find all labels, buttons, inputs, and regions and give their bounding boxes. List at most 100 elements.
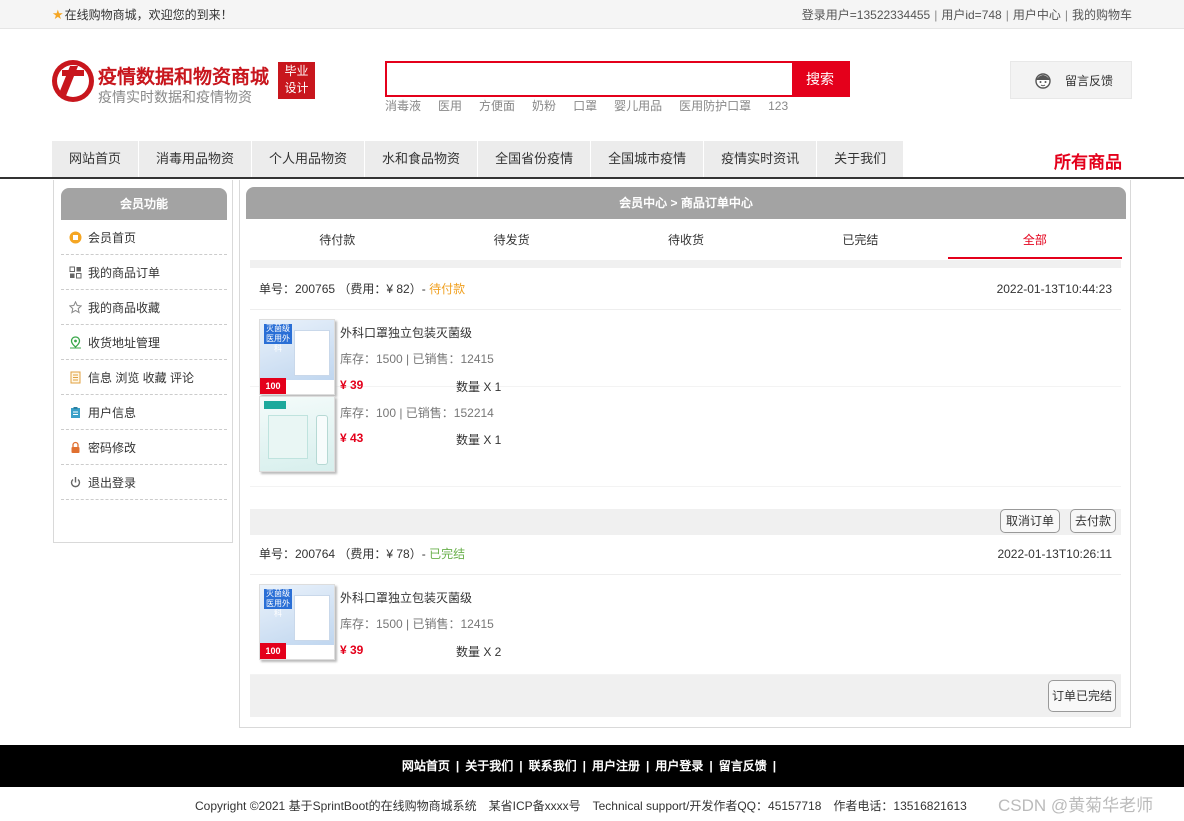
footer-link-contact[interactable]: 联系我们: [529, 759, 577, 773]
user-center-link[interactable]: 用户中心: [1013, 8, 1061, 22]
hot-word[interactable]: 方便面: [479, 99, 515, 113]
product-thumbnail[interactable]: 灭菌级 医用外科 100: [259, 584, 335, 660]
hot-word[interactable]: 123: [768, 99, 788, 113]
tab-all[interactable]: 全部: [947, 226, 1123, 259]
hot-word[interactable]: 医用防护口罩: [679, 99, 751, 113]
hot-word[interactable]: 口罩: [573, 99, 597, 113]
sidebar-item-label: 密码修改: [88, 440, 137, 455]
sidebar-item-label: 用户信息: [88, 405, 137, 420]
tab-pending-payment[interactable]: 待付款: [250, 226, 424, 259]
product-price: ¥ 43: [340, 431, 364, 445]
sidebar-item-label: 退出登录: [88, 475, 137, 490]
pay-button[interactable]: 去付款: [1070, 509, 1116, 533]
nav-item-personal[interactable]: 个人用品物资: [252, 141, 366, 177]
sidebar-item-user-info[interactable]: 用户信息: [61, 395, 227, 430]
hot-word[interactable]: 奶粉: [532, 99, 556, 113]
sidebar-item-orders[interactable]: 我的商品订单: [61, 255, 227, 290]
hot-word[interactable]: 消毒液: [385, 99, 421, 113]
order-status-tabs: 待付款 待发货 待收货 已完结 全部: [250, 226, 1123, 259]
hot-word[interactable]: 医用: [438, 99, 462, 113]
nav-item-province-epidemic[interactable]: 全国省份疫情: [478, 141, 592, 177]
order-time: 2022-01-13T10:26:11: [997, 546, 1112, 561]
sidebar-item-logout[interactable]: 退出登录: [61, 465, 227, 500]
search-button[interactable]: 搜索: [792, 63, 848, 95]
badge-line-2: 设计: [284, 81, 309, 95]
sidebar-item-label: 收货地址管理: [88, 335, 161, 350]
all-goods-link[interactable]: 所有商品: [1054, 148, 1122, 173]
footer-link-home[interactable]: 网站首页: [402, 759, 450, 773]
sidebar-item-password[interactable]: 密码修改: [61, 430, 227, 465]
order-header: 单号：200764 （费用：¥ 78）- 已完结 2022-01-13T10:2…: [250, 533, 1121, 575]
order-number-fee: 单号：200764 （费用：¥ 78）-: [259, 547, 430, 561]
sidebar-item-favorites[interactable]: 我的商品收藏: [61, 290, 227, 325]
hot-word[interactable]: 婴儿用品: [614, 99, 662, 113]
order-card: 单号：200765 （费用：¥ 82）- 待付款 2022-01-13T10:4…: [250, 268, 1121, 487]
order-item[interactable]: 灭菌级 医用外科 100 外科口罩独立包装灭菌级 库存：1500 | 已销售：12…: [250, 575, 1121, 675]
logo-mark-icon: [52, 60, 94, 102]
star-outline-icon: [69, 300, 82, 314]
order-card: 单号：200764 （费用：¥ 78）- 已完结 2022-01-13T10:2…: [250, 533, 1121, 675]
order-status: 已完结: [429, 547, 466, 561]
sidebar-item-label: 信息 浏览 收藏 评论: [88, 370, 195, 385]
order-time: 2022-01-13T10:44:23: [996, 281, 1112, 296]
my-cart-link[interactable]: 我的购物车: [1072, 8, 1132, 22]
login-user-link[interactable]: 登录用户=13522334455: [802, 8, 930, 22]
footer-link-about[interactable]: 关于我们: [465, 759, 513, 773]
nav-divider: [0, 177, 1184, 179]
thumbnail-label: 灭菌级 医用外科: [264, 324, 292, 353]
product-thumbnail[interactable]: [259, 396, 335, 472]
product-name[interactable]: 外科口罩独立包装灭菌级: [340, 589, 472, 606]
tab-completed[interactable]: 已完结: [773, 226, 947, 259]
star-icon: ★: [52, 6, 64, 22]
product-quantity: 数量 X 2: [456, 645, 502, 659]
nav-item-about[interactable]: 关于我们: [817, 141, 905, 177]
footer-link-register[interactable]: 用户注册: [592, 759, 640, 773]
order-status: 待付款: [429, 282, 466, 296]
order-item[interactable]: 灭菌级 医用外科 100 外科口罩独立包装灭菌级 库存：1500 | 已销售：12…: [250, 310, 1121, 395]
sidebar-item-label: 会员首页: [88, 230, 137, 245]
lock-icon: [71, 441, 80, 453]
sidebar-item-member-home[interactable]: 会员首页: [61, 220, 227, 255]
order-summary: 单号：200765 （费用：¥ 82）- 待付款: [259, 280, 465, 297]
orders-grid-icon: [69, 266, 82, 278]
member-sidebar: 会员功能 会员首页 我的商品订单 我的商品收藏 收货地址管理 信息 浏览 收藏 …: [53, 180, 233, 543]
order-actions: 取消订单 去付款: [250, 509, 1121, 535]
site-title: 疫情数据和物资商城: [98, 67, 270, 88]
document-icon: [70, 371, 81, 383]
sidebar-title: 会员功能: [61, 188, 227, 220]
feedback-button[interactable]: 留言反馈: [1010, 61, 1132, 99]
footer-link-login[interactable]: 用户登录: [655, 759, 703, 773]
site-logo[interactable]: 疫情数据和物资商城 疫情实时数据和疫情物资 毕业 设计: [52, 60, 317, 105]
sidebar-item-info-browse[interactable]: 信息 浏览 收藏 评论: [61, 360, 227, 395]
sidebar-item-label: 我的商品收藏: [88, 300, 161, 315]
nav-item-epidemic-news[interactable]: 疫情实时资讯: [704, 141, 818, 177]
user-links: 登录用户=13522334455 | 用户id=748 | 用户中心 | 我的购物车: [801, 8, 1132, 22]
badge-line-1: 毕业: [284, 64, 309, 78]
thumbnail-badge: 100: [260, 643, 286, 659]
clipboard-icon: [71, 406, 80, 418]
product-name[interactable]: 外科口罩独立包装灭菌级: [340, 324, 472, 341]
copyright-text: Copyright ©2021 基于SprintBoot的在线购物商城系统: [195, 799, 477, 813]
breadcrumb: 会员中心 > 商品订单中心: [246, 187, 1126, 219]
nav-item-disinfection[interactable]: 消毒用品物资: [139, 141, 253, 177]
product-quantity: 数量 X 1: [456, 433, 502, 447]
sidebar-item-address[interactable]: 收货地址管理: [61, 325, 227, 360]
tab-pending-shipment[interactable]: 待发货: [424, 226, 598, 259]
order-center-panel: 会员中心 > 商品订单中心 待付款 待发货 待收货 已完结 全部 单号：2007…: [239, 180, 1131, 728]
nav-item-water-food[interactable]: 水和食品物资: [365, 141, 479, 177]
product-thumbnail[interactable]: 灭菌级 医用外科 100: [259, 319, 335, 395]
order-item[interactable]: 库存：100 | 已销售：152214 ¥ 43 数量 X 1: [250, 387, 1121, 487]
footer-link-feedback[interactable]: 留言反馈: [719, 759, 767, 773]
support-text: Technical support/开发作者QQ：45157718: [592, 799, 822, 813]
product-stock: 库存：100 | 已销售：152214: [340, 406, 494, 420]
cancel-order-button[interactable]: 取消订单: [1000, 509, 1060, 533]
power-icon: [70, 476, 81, 487]
home-circle-icon: [69, 231, 82, 243]
welcome-text: 在线购物商城，欢迎您的到来！: [64, 8, 233, 22]
nav-item-home[interactable]: 网站首页: [52, 141, 140, 177]
search-input[interactable]: [387, 63, 792, 95]
tab-pending-receipt[interactable]: 待收货: [599, 226, 773, 259]
user-id-link[interactable]: 用户id=748: [941, 8, 1001, 22]
nav-item-city-epidemic[interactable]: 全国城市疫情: [591, 141, 705, 177]
order-completed-button[interactable]: 订单已完结: [1048, 680, 1116, 712]
